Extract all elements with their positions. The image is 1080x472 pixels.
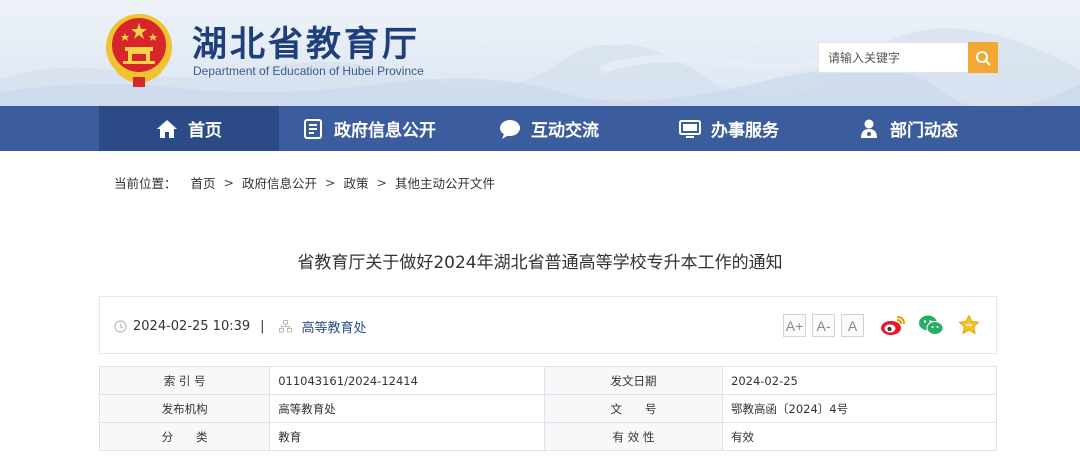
info-value: 鄂教高函〔2024〕4号 bbox=[722, 394, 997, 423]
share-toolbar bbox=[880, 312, 982, 338]
main-nav: 首页 政府信息公开 互动交流 办事服务 部门动态 bbox=[0, 106, 1080, 151]
nav-item-home[interactable]: 首页 bbox=[99, 106, 279, 151]
breadcrumb-separator: > bbox=[223, 175, 235, 190]
site-header: 湖北省教育厅 Department of Education of Hubei … bbox=[0, 0, 1080, 106]
font-default-button[interactable]: A bbox=[841, 314, 864, 337]
person-badge-icon bbox=[858, 118, 880, 140]
favorite-star-icon[interactable] bbox=[956, 312, 982, 338]
info-value: 011043161/2024-12414 bbox=[269, 366, 545, 395]
font-decrease-button[interactable]: A- bbox=[812, 314, 835, 337]
nav-label: 政府信息公开 bbox=[334, 121, 436, 141]
nav-label: 首页 bbox=[188, 121, 222, 141]
nav-label: 部门动态 bbox=[890, 121, 958, 141]
nav-item-gov-info[interactable]: 政府信息公开 bbox=[279, 106, 459, 151]
info-value: 高等教育处 bbox=[269, 394, 545, 423]
info-value: 有效 bbox=[722, 422, 997, 451]
font-size-controls: A+ A- A bbox=[783, 314, 864, 337]
info-value: 2024-02-25 bbox=[722, 366, 997, 395]
breadcrumb-item-other-files[interactable]: 其他主动公开文件 bbox=[395, 173, 495, 192]
nav-item-services[interactable]: 办事服务 bbox=[639, 106, 819, 151]
department-link[interactable]: 高等教育处 bbox=[302, 317, 367, 336]
info-key: 索 引 号 bbox=[98, 366, 271, 395]
nav-label: 互动交流 bbox=[531, 121, 599, 141]
national-emblem-icon bbox=[106, 14, 172, 87]
publish-datetime: 2024-02-25 10:39 bbox=[133, 318, 251, 334]
breadcrumb-separator: > bbox=[325, 175, 336, 190]
monitor-icon bbox=[679, 118, 701, 140]
search-input[interactable] bbox=[818, 42, 968, 73]
nav-label: 办事服务 bbox=[711, 121, 779, 141]
info-key: 发布机构 bbox=[98, 394, 271, 423]
search-icon bbox=[976, 50, 991, 65]
clock-icon bbox=[114, 319, 127, 333]
chat-bubble-icon bbox=[499, 118, 521, 140]
document-info-table: 索 引 号 011043161/2024-12414 发文日期 2024-02-… bbox=[98, 366, 997, 451]
meta-divider: | bbox=[260, 318, 265, 334]
home-icon bbox=[156, 118, 178, 140]
font-increase-button[interactable]: A+ bbox=[783, 314, 806, 337]
info-key: 发文日期 bbox=[543, 366, 724, 395]
weibo-icon[interactable] bbox=[880, 312, 906, 338]
breadcrumb-item-policy[interactable]: 政策 bbox=[344, 173, 369, 192]
search-button[interactable] bbox=[968, 42, 998, 73]
table-row: 分 类 教育 有 效 性 有效 bbox=[98, 422, 997, 451]
site-subtitle: Department of Education of Hubei Provinc… bbox=[193, 64, 424, 78]
article-title: 省教育厅关于做好2024年湖北省普通高等学校专升本工作的通知 bbox=[297, 253, 783, 273]
breadcrumb-item-gov-info[interactable]: 政府信息公开 bbox=[242, 173, 317, 192]
table-row: 索 引 号 011043161/2024-12414 发文日期 2024-02-… bbox=[98, 366, 997, 395]
wechat-icon[interactable] bbox=[918, 312, 944, 338]
info-key: 文 号 bbox=[543, 394, 724, 423]
article-meta-bar: 2024-02-25 10:39 | 高等教育处 A+ A- A bbox=[99, 296, 997, 354]
info-key: 分 类 bbox=[98, 422, 271, 451]
info-key: 有 效 性 bbox=[543, 422, 724, 451]
org-chart-icon bbox=[278, 319, 292, 333]
site-title: 湖北省教育厅 bbox=[192, 24, 421, 65]
breadcrumb-item-home[interactable]: 首页 bbox=[191, 173, 216, 192]
table-row: 发布机构 高等教育处 文 号 鄂教高函〔2024〕4号 bbox=[98, 394, 997, 423]
breadcrumb: 当前位置： 首页 > 政府信息公开 > 政策 > 其他主动公开文件 bbox=[114, 173, 495, 192]
nav-item-dept-news[interactable]: 部门动态 bbox=[819, 106, 997, 151]
breadcrumb-separator: > bbox=[376, 175, 388, 190]
document-list-icon bbox=[302, 118, 324, 140]
breadcrumb-lead: 当前位置： bbox=[114, 176, 177, 191]
info-value: 教育 bbox=[269, 422, 545, 451]
nav-item-interaction[interactable]: 互动交流 bbox=[459, 106, 639, 151]
